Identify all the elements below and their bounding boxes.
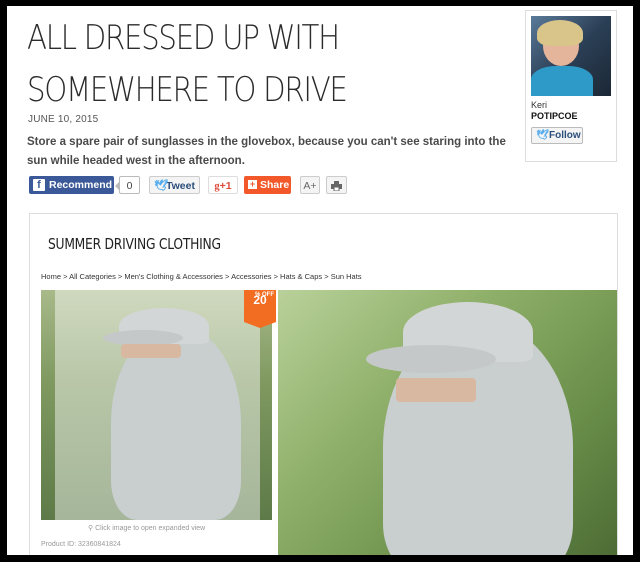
facebook-recommend-button[interactable]: f Recommend: [29, 176, 114, 194]
font-size-button[interactable]: A+: [300, 176, 320, 194]
product-id: Product ID: 32360841824: [41, 541, 121, 548]
share-plus-icon: +: [248, 179, 257, 189]
magnifier-icon: ⚲: [88, 525, 94, 532]
product-main-image[interactable]: [278, 290, 617, 555]
author-card: Keri POTIPCOE 🕊 Follow: [525, 10, 617, 162]
discount-unit: % OFF: [255, 292, 274, 298]
twitter-bird-icon: 🕊: [154, 180, 168, 192]
twitter-bird-icon: 🕊: [536, 130, 549, 141]
follow-button[interactable]: 🕊 Follow: [531, 127, 583, 144]
breadcrumb: Home > All Categories > Men's Clothing &…: [41, 272, 362, 281]
facebook-icon: f: [33, 179, 45, 191]
expand-image-hint[interactable]: ⚲ Click image to open expanded view: [88, 524, 205, 532]
follow-label: Follow: [549, 130, 581, 141]
share-button[interactable]: + Share: [244, 176, 291, 194]
share-label: Share: [260, 179, 290, 191]
print-button[interactable]: [326, 176, 347, 194]
product-thumbnail[interactable]: [41, 290, 272, 520]
google-plus-label: +1: [219, 180, 232, 192]
tweet-label: Tweet: [166, 180, 195, 192]
author-first-name: Keri: [531, 100, 548, 110]
embedded-product-image: SUMMER DRIVING CLOTHING Home > All Categ…: [29, 213, 618, 555]
embed-title: SUMMER DRIVING CLOTHING: [48, 235, 221, 253]
tweet-button[interactable]: 🕊 Tweet: [149, 176, 200, 194]
article-page: ALL DRESSED UP WITH SOMEWHERE TO DRIVE J…: [7, 6, 633, 555]
author-last-name[interactable]: POTIPCOE: [531, 111, 578, 122]
discount-badge: 20 % OFF: [244, 290, 276, 328]
google-plus-button[interactable]: g+1: [208, 176, 238, 194]
article-date: JUNE 10, 2015: [28, 114, 99, 125]
article-title: ALL DRESSED UP WITH SOMEWHERE TO DRIVE: [27, 18, 348, 110]
recommend-label: Recommend: [49, 179, 113, 191]
author-avatar[interactable]: [531, 16, 611, 96]
printer-icon: [331, 181, 342, 192]
article-subtitle: Store a spare pair of sunglasses in the …: [27, 136, 506, 167]
recommend-count: 0: [115, 176, 140, 194]
